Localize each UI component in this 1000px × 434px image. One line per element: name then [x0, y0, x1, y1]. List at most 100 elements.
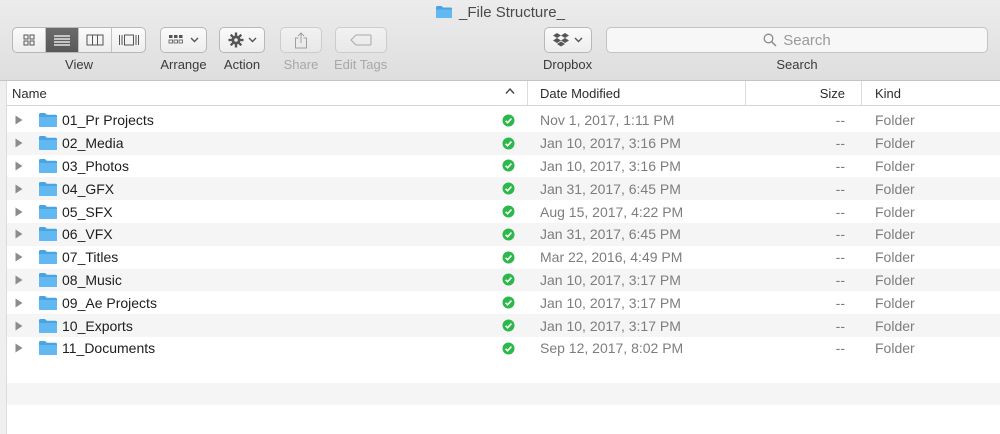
disclosure-triangle-icon[interactable]: [15, 132, 23, 155]
date-modified: Aug 15, 2017, 4:22 PM: [540, 203, 684, 220]
disclosure-triangle-icon[interactable]: [15, 291, 23, 314]
file-name: 02_Media: [62, 135, 124, 152]
dropbox-button[interactable]: [543, 27, 592, 53]
file-size: --: [835, 271, 845, 288]
file-size: --: [835, 317, 845, 334]
file-name: 06_VFX: [62, 226, 113, 243]
icon-view-button[interactable]: [13, 28, 46, 52]
file-kind: Folder: [875, 157, 915, 174]
table-row[interactable]: 04_GFX Jan 31, 2017, 6:45 PM -- Folder: [0, 177, 1000, 201]
arrange-group: Arrange: [160, 27, 207, 72]
action-label: Action: [223, 57, 261, 72]
action-button[interactable]: [219, 27, 265, 53]
file-kind: Folder: [875, 180, 915, 197]
edit-tags-button[interactable]: [334, 27, 387, 53]
table-row[interactable]: 08_Music Jan 10, 2017, 3:17 PM -- Folder: [0, 268, 1000, 292]
disclosure-triangle-icon[interactable]: [15, 269, 23, 292]
table-row[interactable]: 05_SFX Aug 15, 2017, 4:22 PM -- Folder: [0, 200, 1000, 223]
sync-status-check-icon: [502, 132, 515, 155]
edit-tags-group: Edit Tags: [334, 27, 387, 72]
file-kind: Folder: [875, 112, 915, 129]
sync-status-check-icon: [502, 200, 515, 223]
sync-status-check-icon: [502, 246, 515, 269]
name-column-label: Name: [12, 85, 47, 101]
search-input[interactable]: Search: [606, 27, 988, 53]
file-list: 01_Pr Projects Nov 1, 2017, 1:11 PM -- F…: [0, 109, 1000, 429]
column-view-button[interactable]: [79, 28, 112, 52]
list-view-icon: [54, 35, 70, 46]
file-kind: Folder: [875, 294, 915, 311]
cover-flow-view-button[interactable]: [112, 28, 145, 52]
view-group: View: [12, 27, 146, 72]
disclosure-triangle-icon[interactable]: [15, 200, 23, 223]
sync-status-check-icon: [502, 337, 515, 360]
chevron-down-icon: [574, 37, 583, 43]
search-placeholder: Search: [783, 31, 831, 49]
disclosure-triangle-icon[interactable]: [15, 223, 23, 246]
file-size: --: [835, 135, 845, 152]
file-name: 08_Music: [62, 271, 122, 288]
tag-icon: [349, 34, 372, 46]
date-modified-column-header[interactable]: Date Modified: [527, 81, 745, 105]
toolbar: _File Structure_ View Arrange Action Sha…: [0, 0, 1000, 81]
date-modified: Jan 31, 2017, 6:45 PM: [540, 226, 681, 243]
view-mode-control: [12, 27, 146, 53]
name-column-header[interactable]: Name: [12, 81, 527, 105]
folder-icon: [38, 269, 58, 292]
kind-column-label: Kind: [875, 85, 902, 101]
chevron-down-icon: [248, 37, 256, 43]
empty-row: [0, 382, 1000, 406]
size-column-header[interactable]: Size: [745, 81, 861, 105]
sync-status-check-icon: [502, 314, 515, 337]
sync-status-check-icon: [502, 155, 515, 178]
share-icon: [295, 31, 307, 48]
disclosure-triangle-icon[interactable]: [15, 246, 23, 269]
disclosure-triangle-icon[interactable]: [15, 109, 23, 132]
file-name: 09_Ae Projects: [62, 294, 157, 311]
disclosure-triangle-icon[interactable]: [15, 337, 23, 360]
table-row[interactable]: 09_Ae Projects Jan 10, 2017, 3:17 PM -- …: [0, 291, 1000, 315]
action-group: Action: [219, 27, 265, 72]
date-modified: Sep 12, 2017, 8:02 PM: [540, 340, 684, 357]
arrange-button[interactable]: [160, 27, 207, 53]
folder-icon: [38, 109, 58, 132]
table-row[interactable]: 03_Photos Jan 10, 2017, 3:16 PM -- Folde…: [0, 154, 1000, 178]
sync-status-check-icon: [502, 223, 515, 246]
file-kind: Folder: [875, 317, 915, 334]
date-modified: Jan 10, 2017, 3:17 PM: [540, 294, 681, 311]
search-group: Search Search: [606, 27, 988, 72]
list-view-button[interactable]: [46, 28, 79, 52]
share-button[interactable]: [280, 27, 322, 53]
sync-status-check-icon: [502, 291, 515, 314]
folder-icon: [38, 200, 58, 223]
search-icon: [763, 33, 777, 47]
table-row[interactable]: 06_VFX Jan 31, 2017, 6:45 PM -- Folder: [0, 222, 1000, 246]
table-row[interactable]: 07_Titles Mar 22, 2016, 4:49 PM -- Folde…: [0, 245, 1000, 269]
date-modified: Jan 10, 2017, 3:16 PM: [540, 157, 681, 174]
disclosure-triangle-icon[interactable]: [15, 177, 23, 200]
table-row[interactable]: 02_Media Jan 10, 2017, 3:16 PM -- Folder: [0, 131, 1000, 155]
kind-column-header[interactable]: Kind: [861, 81, 1000, 105]
table-row[interactable]: 01_Pr Projects Nov 1, 2017, 1:11 PM -- F…: [0, 109, 1000, 132]
share-group: Share: [280, 27, 322, 72]
column-view-icon: [86, 34, 104, 46]
size-column-label: Size: [819, 85, 845, 101]
dropbox-group: Dropbox: [543, 27, 592, 72]
table-row[interactable]: 11_Documents Sep 12, 2017, 8:02 PM -- Fo…: [0, 336, 1000, 360]
folder-icon: [38, 246, 58, 269]
file-name: 07_Titles: [62, 249, 119, 266]
edit-tags-label: Edit Tags: [334, 57, 388, 72]
view-label: View: [65, 57, 93, 72]
share-label: Share: [283, 57, 319, 72]
folder-icon: [435, 5, 453, 19]
sync-status-check-icon: [502, 109, 515, 132]
folder-icon: [38, 155, 58, 178]
file-kind: Folder: [875, 226, 915, 243]
disclosure-triangle-icon[interactable]: [15, 314, 23, 337]
arrange-grid-icon: [168, 35, 183, 44]
file-kind: Folder: [875, 249, 915, 266]
icon-view-icon: [23, 34, 35, 46]
disclosure-triangle-icon[interactable]: [15, 155, 23, 178]
empty-row: [0, 405, 1000, 429]
table-row[interactable]: 10_Exports Jan 10, 2017, 3:17 PM -- Fold…: [0, 314, 1000, 337]
